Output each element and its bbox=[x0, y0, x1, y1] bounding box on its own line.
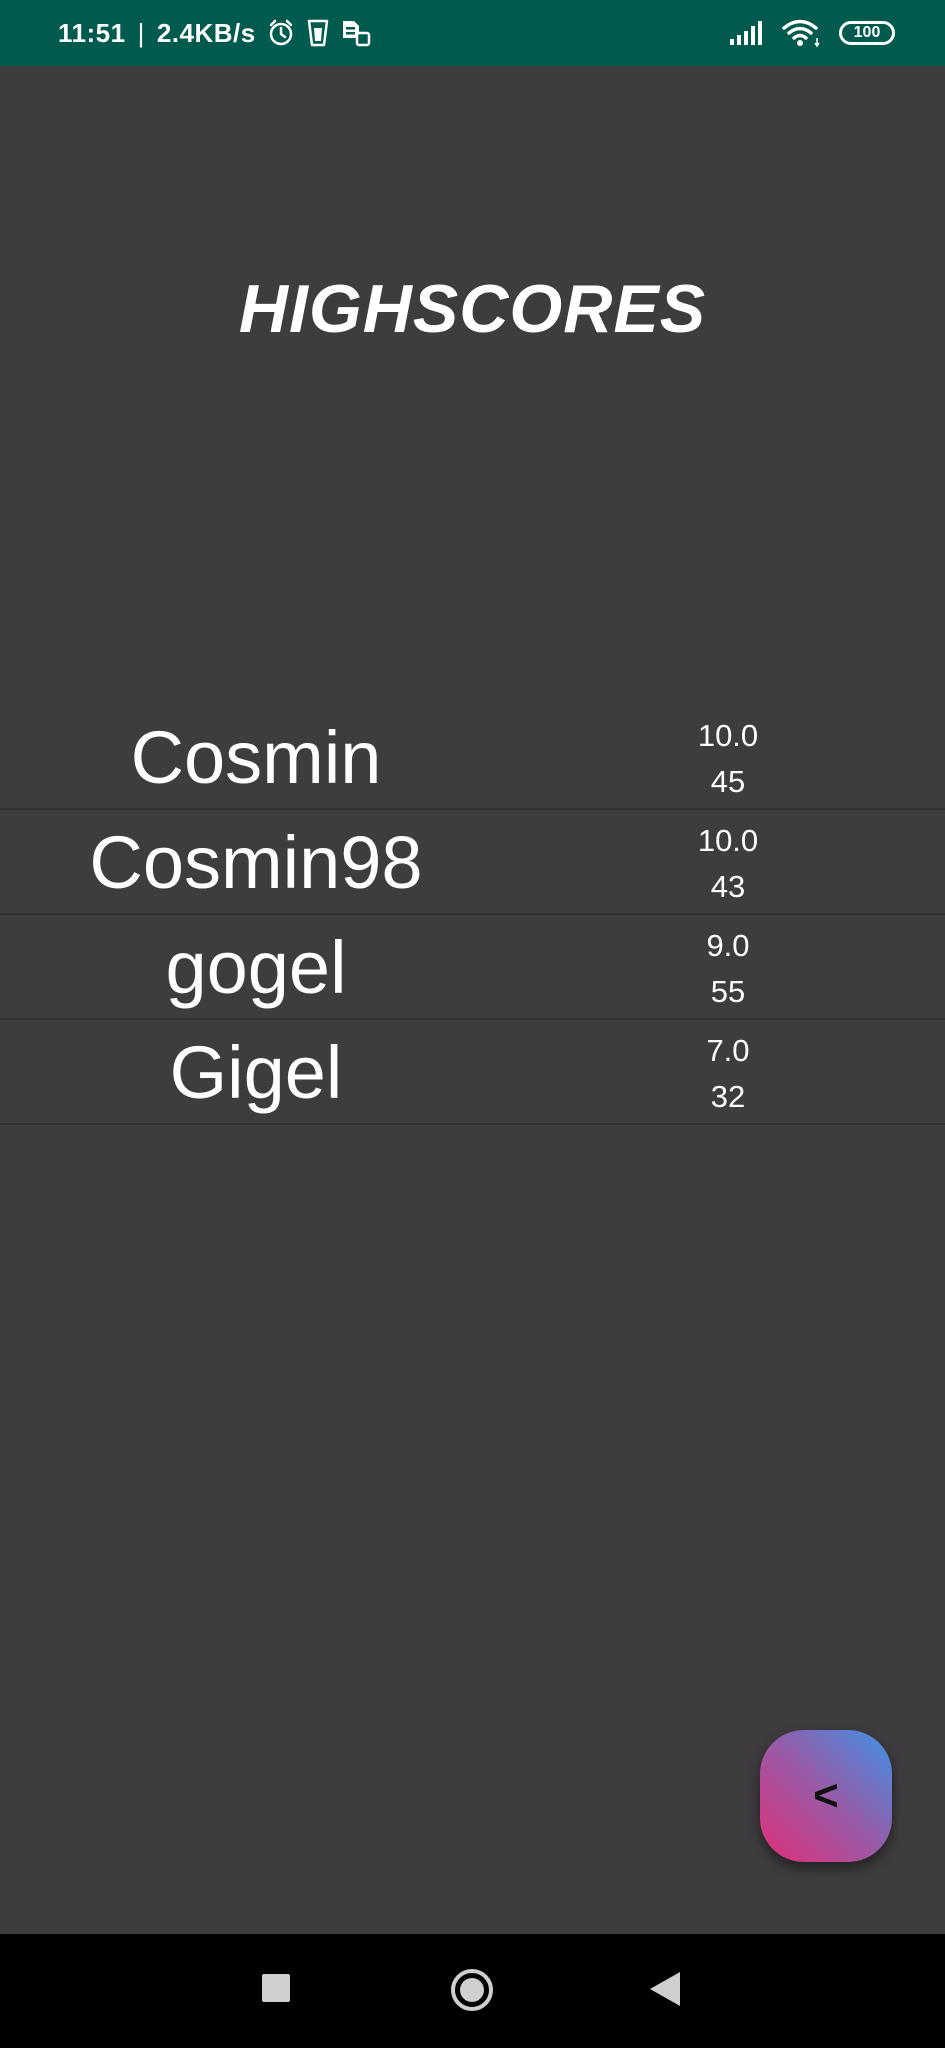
page-title: HIGHSCORES bbox=[238, 271, 707, 347]
status-left: 11:51 | 2.4KB/s bbox=[58, 0, 372, 66]
back-button[interactable]: < bbox=[760, 1730, 892, 1862]
network-speed: 2.4KB/s bbox=[156, 17, 256, 48]
recent-apps-icon[interactable] bbox=[262, 1974, 290, 2002]
player-name: gogel bbox=[165, 926, 347, 1009]
player-time: 43 bbox=[710, 869, 746, 904]
status-bar: 11:51 | 2.4KB/s 100 bbox=[0, 0, 945, 66]
highscore-row: gogel 9.0 55 bbox=[0, 915, 945, 1020]
player-time: 45 bbox=[710, 764, 746, 799]
score-values: 10.0 45 bbox=[628, 713, 828, 805]
player-name: Gigel bbox=[169, 1031, 343, 1114]
status-time: 11:51 bbox=[58, 17, 126, 48]
home-icon[interactable] bbox=[451, 1969, 493, 2011]
player-score: 10.0 bbox=[697, 823, 759, 858]
highscore-row: Cosmin 10.0 45 bbox=[0, 705, 945, 810]
sim-card-icon bbox=[340, 18, 372, 48]
alarm-icon bbox=[266, 18, 296, 48]
signal-icon bbox=[729, 19, 765, 47]
player-name: Cosmin98 bbox=[89, 821, 423, 904]
score-values: 9.0 55 bbox=[628, 923, 828, 1015]
highscore-row: Cosmin98 10.0 43 bbox=[0, 810, 945, 915]
status-right: 100 bbox=[729, 0, 895, 66]
glass-icon bbox=[306, 18, 330, 48]
player-time: 32 bbox=[710, 1079, 746, 1114]
highscore-list: Cosmin 10.0 45 Cosmin98 10.0 43 gogel 9.… bbox=[0, 705, 945, 1125]
score-values: 7.0 32 bbox=[628, 1028, 828, 1120]
battery-icon: 100 bbox=[839, 21, 895, 45]
status-separator: | bbox=[137, 17, 145, 48]
wifi-icon bbox=[781, 18, 823, 48]
navigation-bar bbox=[0, 1934, 945, 2048]
highscore-row: Gigel 7.0 32 bbox=[0, 1020, 945, 1125]
player-score: 7.0 bbox=[706, 1033, 750, 1068]
score-values: 10.0 43 bbox=[628, 818, 828, 910]
player-name: Cosmin bbox=[130, 716, 382, 799]
nav-back-icon[interactable] bbox=[650, 1972, 680, 2006]
player-time: 55 bbox=[710, 974, 746, 1009]
player-score: 9.0 bbox=[706, 928, 750, 963]
player-score: 10.0 bbox=[697, 718, 759, 753]
